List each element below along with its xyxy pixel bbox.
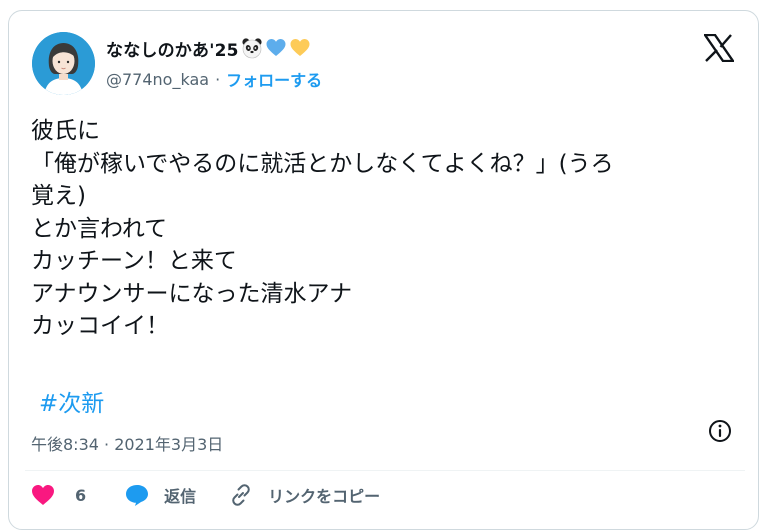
author-name-row: ななしのかあ'25 bbox=[106, 35, 311, 61]
tweet-line: 彼氏に bbox=[31, 118, 100, 144]
tweet-line: 覚え) bbox=[31, 183, 86, 209]
tweet-card: ななしのかあ'25 @774no_kaa · フォローする 彼氏に 「俺が稼いで… bbox=[8, 10, 759, 530]
copy-link-label: リンクをコピー bbox=[268, 487, 381, 506]
avatar[interactable] bbox=[32, 32, 95, 95]
yellow-heart-icon bbox=[289, 37, 311, 59]
link-icon bbox=[228, 482, 254, 508]
hashtag-link[interactable]: #次新 bbox=[39, 384, 104, 418]
like-button[interactable]: 6 bbox=[31, 484, 86, 506]
author-handle-row: @774no_kaa · フォローする bbox=[106, 67, 322, 91]
tweet-line: カッチーン！と来て bbox=[31, 248, 237, 274]
info-icon[interactable] bbox=[707, 418, 733, 444]
tweet-text: 彼氏に 「俺が稼いでやるのに就活とかしなくてよくね？」(うろ 覚え) とか言われ… bbox=[31, 115, 736, 343]
separator-dot: · bbox=[215, 69, 221, 89]
tweet-line: アナウンサーになった清水アナ bbox=[31, 280, 353, 307]
tweet-actions: 6 返信 リンクをコピー bbox=[31, 482, 380, 508]
divider bbox=[25, 470, 745, 471]
follow-button[interactable]: フォローする bbox=[226, 67, 322, 91]
reply-bubble-icon bbox=[124, 483, 150, 507]
x-logo-icon[interactable] bbox=[702, 33, 736, 63]
author-handle[interactable]: @774no_kaa bbox=[106, 70, 209, 89]
tweet-line: カッコイイ！ bbox=[31, 313, 169, 339]
copy-link-button[interactable]: リンクをコピー bbox=[228, 482, 380, 508]
panda-icon bbox=[241, 37, 263, 59]
author-display-name[interactable]: ななしのかあ'25 bbox=[106, 36, 239, 61]
reply-button[interactable]: 返信 bbox=[124, 483, 196, 507]
reply-label: 返信 bbox=[164, 487, 197, 506]
blue-heart-icon bbox=[265, 37, 287, 59]
tweet-timestamp-row: 午後8:34 · 2021年3月3日 bbox=[31, 431, 223, 455]
tweet-line: とか言われて bbox=[31, 215, 168, 242]
tweet-timestamp[interactable]: 午後8:34 · 2021年3月3日 bbox=[31, 431, 223, 455]
like-count: 6 bbox=[75, 485, 87, 505]
heart-icon bbox=[31, 484, 55, 506]
tweet-line: 「俺が稼いでやるのに就活とかしなくてよくね？」(うろ bbox=[31, 150, 614, 177]
